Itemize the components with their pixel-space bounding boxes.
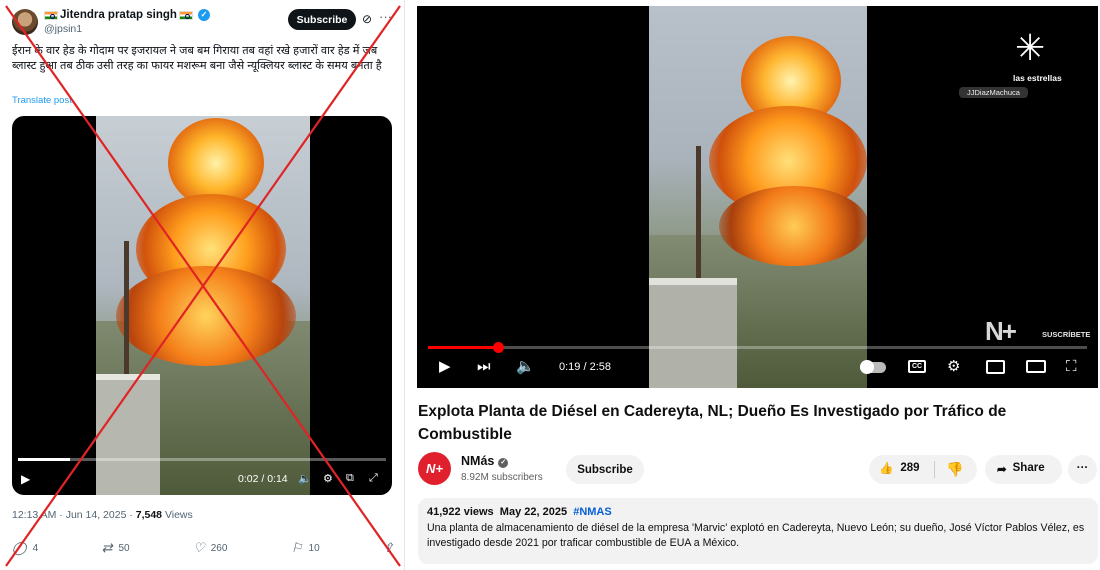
youtube-watch-panel: ✳ las estrellas JJDiazMachuca N+ SUSCRÍB… — [410, 0, 1100, 570]
volume-icon[interactable]: 🔈 — [298, 472, 312, 485]
video-progress-fill — [18, 458, 70, 461]
more-actions-button[interactable]: ··· — [1068, 455, 1097, 484]
video-player[interactable]: ▶ 0:02 / 0:14 🔈 ⚙ ⧉ ⤢ — [12, 116, 392, 495]
youtube-player[interactable]: ✳ las estrellas JJDiazMachuca N+ SUSCRÍB… — [417, 6, 1098, 388]
like-icon: 👍 — [879, 463, 894, 475]
volume-icon[interactable]: 🔈 — [516, 359, 535, 375]
repost-icon: ⇄ — [101, 540, 113, 555]
settings-icon[interactable]: ⚙ — [947, 359, 960, 375]
fullscreen-icon[interactable]: ⛶ — [1066, 359, 1077, 375]
grok-icon[interactable]: ⊘ — [362, 12, 372, 26]
reply-count: 4 — [32, 542, 39, 554]
video-credit: JJDiazMachuca — [959, 87, 1028, 98]
video-progress-fill — [428, 346, 499, 349]
utility-pole — [696, 146, 701, 296]
video-frame — [649, 6, 867, 388]
like-dislike-group: 👍 289 👎 — [869, 455, 977, 484]
share-button[interactable]: ⇪ — [383, 540, 394, 556]
video-progress[interactable] — [428, 342, 1087, 353]
tweet-text: ईरान के वार हेड के गोदाम पर इजरायल ने जब… — [12, 45, 382, 72]
settings-icon[interactable]: ⚙ — [323, 472, 333, 485]
las-estrellas-logo-icon: ✳ — [1015, 27, 1046, 68]
like-icon: ♡ — [193, 540, 205, 555]
description-text: Una planta de almacenamiento de diésel d… — [427, 522, 1085, 549]
action-bar: ◯ 4 ⇄ 50 ♡ 260 ⚐ 10 ⇪ — [12, 540, 394, 556]
share-icon: ⇪ — [383, 540, 394, 555]
share-icon: ➦ — [997, 464, 1007, 476]
fireball — [116, 266, 296, 366]
views-count: 7,548 — [135, 509, 163, 521]
author-name[interactable]: Jitendra pratap singh ✓ — [44, 9, 210, 21]
india-flag-icon — [44, 10, 58, 20]
building — [649, 278, 737, 388]
verified-icon: ✓ — [197, 9, 210, 21]
india-flag-icon — [178, 10, 193, 20]
tweet-meta: 12:13 AM · Jun 14, 2025 · 7,548 Views — [12, 509, 193, 521]
next-icon[interactable]: ⏭ — [477, 359, 491, 375]
author-handle[interactable]: @jpsin1 — [44, 23, 82, 35]
video-title: Explota Planta de Diésel en Cadereyta, N… — [418, 403, 1007, 443]
building — [96, 374, 160, 495]
more-icon: ··· — [1076, 462, 1089, 474]
description-box[interactable]: 41,922 views May 22, 2025 #NMAS Una plan… — [418, 498, 1098, 564]
utility-pole — [124, 241, 129, 381]
channel-name[interactable]: NMás ✓ — [461, 454, 509, 468]
reply-icon: ◯ — [12, 540, 27, 555]
reply-button[interactable]: ◯ 4 — [12, 540, 38, 556]
repost-button[interactable]: ⇄ 50 — [102, 540, 130, 556]
upload-date: May 22, 2025 — [499, 506, 568, 518]
hashtag-link[interactable]: #NMAS — [573, 506, 612, 518]
bookmark-count: 10 — [308, 542, 320, 554]
more-icon[interactable]: ··· — [379, 9, 392, 24]
autoplay-toggle[interactable] — [860, 360, 886, 374]
tweet-card: Jitendra pratap singh ✓ @jpsin1 Subscrib… — [0, 0, 405, 570]
translate-link[interactable]: Translate post — [12, 95, 72, 106]
captions-icon[interactable]: CC — [908, 360, 926, 373]
timestamp[interactable]: 12:13 AM · Jun 14, 2025 · — [12, 509, 136, 521]
subscriber-count: 8.92M subscribers — [461, 472, 543, 483]
repost-count: 50 — [118, 542, 130, 554]
share-label: Share — [1012, 462, 1045, 474]
like-count: 260 — [210, 542, 228, 554]
author-name-text[interactable]: Jitendra pratap singh — [60, 9, 177, 21]
subscribe-button[interactable]: Subscribe — [288, 9, 356, 30]
description-meta: 41,922 views May 22, 2025 #NMAS — [427, 506, 1089, 518]
subscribe-button[interactable]: Subscribe — [566, 455, 644, 484]
video-time: 0:02 / 0:14 — [238, 473, 288, 485]
divider — [934, 461, 935, 478]
channel-name-text[interactable]: NMás — [461, 454, 494, 468]
fullscreen-icon[interactable]: ⤢ — [369, 472, 378, 485]
like-count: 289 — [900, 462, 920, 474]
bookmark-icon: ⚐ — [290, 540, 303, 555]
video-frame — [96, 116, 310, 495]
channel-avatar[interactable]: N+ — [418, 452, 451, 485]
like-button[interactable]: ♡ 260 — [193, 540, 227, 556]
share-button[interactable]: ➦ Share — [985, 455, 1062, 484]
video-time: 0:19 / 2:58 — [559, 361, 611, 373]
view-count: 41,922 views — [427, 506, 494, 518]
dislike-button[interactable]: 👎 — [946, 461, 963, 478]
pip-icon[interactable]: ⧉ — [346, 472, 354, 485]
play-icon[interactable]: ▶ — [21, 472, 30, 486]
bookmark-button[interactable]: ⚐ 10 — [291, 540, 320, 556]
scrubber-handle[interactable] — [493, 342, 505, 353]
views-label: Views — [162, 509, 193, 521]
nmas-corner-logo: N+ — [985, 316, 1017, 346]
channel-watermark: las estrellas — [1013, 73, 1062, 83]
play-icon[interactable]: ▶ — [439, 359, 451, 375]
fireball — [719, 186, 867, 266]
suscribete-label: SUSCRÍBETE — [1042, 330, 1091, 339]
miniplayer-icon[interactable] — [986, 360, 1005, 374]
like-button[interactable]: 👍 289 — [879, 461, 920, 475]
video-progress[interactable] — [18, 458, 386, 461]
theater-mode-icon[interactable] — [1026, 360, 1046, 373]
avatar[interactable] — [12, 9, 38, 35]
verified-icon: ✓ — [498, 458, 509, 468]
dislike-icon: 👎 — [946, 461, 964, 477]
